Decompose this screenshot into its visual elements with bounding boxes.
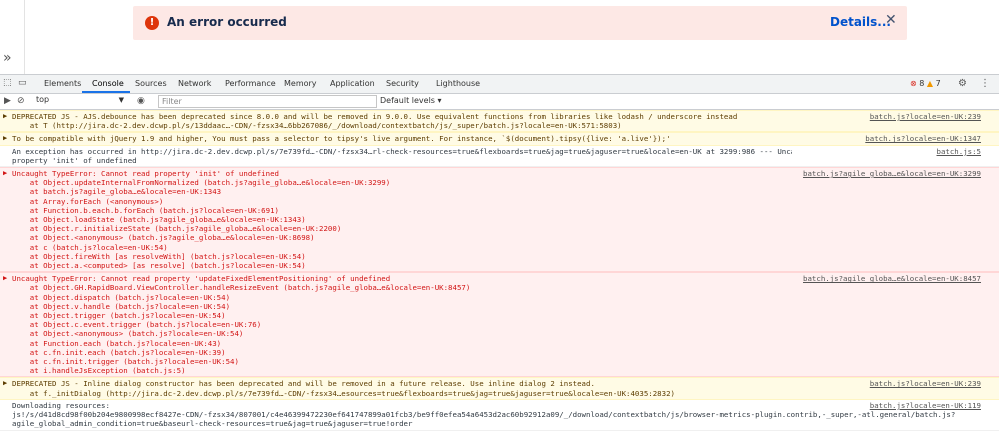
- console-message-error[interactable]: ▶ Uncaught TypeError: Cannot read propert…: [0, 272, 999, 378]
- context-value: top: [36, 95, 50, 104]
- details-link[interactable]: Details...: [830, 15, 891, 29]
- console-filterbar: ▶ ⊘ top ▼ ◉ Filter Default levels ▾: [0, 94, 999, 110]
- tab-memory[interactable]: Memory: [284, 79, 317, 88]
- stack-line: at Object.fireWith [as resolveWith] (bat…: [12, 251, 306, 261]
- console-message-warn[interactable]: ▶ DEPRECATED JS - Inline dialog construct…: [0, 377, 999, 400]
- error-icon: !: [145, 16, 159, 30]
- stack-line: at Object.dispatch (batch.js?locale=en-U…: [12, 292, 231, 302]
- page-header-area: » ! An error occurred Details... ✕: [0, 0, 999, 74]
- stack-line: at Object.trigger (batch.js?locale=en-UK…: [12, 311, 226, 321]
- expand-sidebar-button[interactable]: »: [3, 50, 12, 66]
- error-count-icon: ⊗: [910, 79, 917, 88]
- issue-counter[interactable]: ⊗ 8 ▲ 7: [910, 79, 941, 88]
- source-link[interactable]: batch.js?locale=en-UK:239: [870, 379, 981, 388]
- tab-lighthouse[interactable]: Lighthouse: [436, 79, 480, 88]
- stack-line: at c.fn.init.trigger (batch.js?locale=en…: [12, 357, 239, 367]
- clear-console-icon[interactable]: ⊘: [17, 96, 25, 106]
- stack-line: at Object.loadState (batch.js?agile_glob…: [12, 215, 306, 225]
- close-icon[interactable]: ✕: [885, 12, 897, 28]
- message-text: To be compatible with jQuery 1.9 and hig…: [12, 134, 671, 144]
- source-link[interactable]: batch.js?agile_globa…e&locale=en-UK:3299: [803, 169, 981, 178]
- stack-line: property 'init' of undefined: [12, 155, 137, 165]
- context-select[interactable]: top ▼: [36, 95, 126, 107]
- tab-sources[interactable]: Sources: [135, 79, 167, 88]
- stack-line: at f._initDialog (http://jira.dc-2.dev.d…: [12, 388, 675, 398]
- console-messages: ▶ DEPRECATED JS - AJS.debounce has been d…: [0, 110, 999, 443]
- console-message-info[interactable]: An exception has occurred in http://jira…: [0, 146, 999, 168]
- filter-input[interactable]: Filter: [158, 95, 377, 108]
- tab-application[interactable]: Application: [330, 79, 375, 88]
- chevron-down-icon: ▼: [118, 96, 124, 104]
- warning-count-icon: ▲: [926, 79, 934, 88]
- stack-line: at c (batch.js?locale=en-UK:54): [12, 242, 168, 252]
- console-message-error[interactable]: ▶ Uncaught TypeError: Cannot read propert…: [0, 167, 999, 273]
- stack-line: at Object.<anonymous> (batch.js?locale=e…: [12, 329, 244, 339]
- stack-line: at Object.v.handle (batch.js?locale=en-U…: [12, 301, 231, 311]
- settings-gear-icon[interactable]: ⚙: [958, 78, 967, 89]
- error-count: 8: [919, 79, 925, 88]
- message-text: Downloading resources:: [12, 400, 110, 410]
- device-toolbar-icon[interactable]: ▭: [18, 78, 27, 88]
- source-link[interactable]: batch.js?locale=en-UK:1347: [865, 134, 981, 143]
- log-levels-dropdown[interactable]: Default levels ▾: [380, 96, 442, 105]
- stack-line: at batch.js?agile_globa…e&locale=en-UK:1…: [12, 187, 222, 197]
- active-tab-indicator: [82, 91, 130, 93]
- message-text: Uncaught TypeError: Cannot read property…: [12, 274, 391, 284]
- error-title: An error occurred: [167, 15, 287, 29]
- stack-line: at Function.each (batch.js?locale=en-UK:…: [12, 338, 222, 348]
- tab-security[interactable]: Security: [386, 79, 419, 88]
- expand-triangle-icon[interactable]: ▶: [3, 274, 7, 283]
- stack-line: at Object.a.<computed> [as resolve] (bat…: [12, 261, 306, 271]
- source-link[interactable]: batch.js:5: [937, 147, 982, 156]
- expand-triangle-icon[interactable]: ▶: [3, 112, 7, 121]
- stack-line: agile_global_admin_condition=true&baseur…: [12, 419, 413, 429]
- stack-line: at Object.r.initializeState (batch.js?ag…: [12, 224, 342, 234]
- stack-line: at Object.<anonymous> (batch.js?agile_gl…: [12, 233, 315, 243]
- message-text: DEPRECATED JS - Inline dialog constructo…: [12, 379, 595, 389]
- message-text: Uncaught TypeError: Cannot read property…: [12, 169, 279, 179]
- tab-network[interactable]: Network: [178, 79, 211, 88]
- more-options-icon[interactable]: ⋮: [980, 78, 990, 89]
- warning-count: 7: [935, 79, 941, 88]
- source-link[interactable]: batch.js?agile_globa…e&locale=en-UK:8457: [803, 274, 981, 283]
- source-link[interactable]: batch.js?locale=en-UK:119: [870, 401, 981, 410]
- console-message-info[interactable]: Downloading resources: js!/s/d41d8cd98f00…: [0, 400, 999, 431]
- stack-line: at Array.forEach (<anonymous>): [12, 196, 164, 206]
- devtools-panel: ⬚ ▭ Elements Console Sources Network Per…: [0, 74, 999, 443]
- message-text: An exception has occurred in http://jira…: [12, 146, 792, 156]
- devtools-tabbar: ⬚ ▭ Elements Console Sources Network Per…: [0, 75, 999, 94]
- live-expression-eye-icon[interactable]: ◉: [137, 96, 145, 106]
- sidebar-toggle-icon[interactable]: ▶: [4, 96, 11, 106]
- stack-line: at Object.updateInternalFromNormalized (…: [12, 178, 391, 188]
- stack-line: js!/s/d41d8cd98f00b204e9800998ecf8427e-C…: [12, 410, 956, 420]
- stack-line: at i.handleJsException (batch.js:5): [12, 366, 186, 376]
- stack-line: at Object.GH.RapidBoard.ViewController.h…: [12, 283, 471, 293]
- error-banner: ! An error occurred Details... ✕: [133, 6, 907, 40]
- message-text: DEPRECATED JS - AJS.debounce has been de…: [12, 112, 738, 121]
- tab-elements[interactable]: Elements: [44, 79, 81, 88]
- stack-line: at T (http://jira.dc-2.dev.dcwp.pl/s/13d…: [12, 121, 622, 131]
- tab-performance[interactable]: Performance: [225, 79, 276, 88]
- inspect-element-icon[interactable]: ⬚: [3, 78, 12, 88]
- console-message-warn[interactable]: ▶ DEPRECATED JS - AJS.debounce has been d…: [0, 110, 999, 133]
- expand-triangle-icon[interactable]: ▶: [3, 134, 7, 143]
- expand-triangle-icon[interactable]: ▶: [3, 379, 7, 388]
- expand-triangle-icon[interactable]: ▶: [3, 169, 7, 178]
- stack-line: at Function.b.each.b.forEach (batch.js?l…: [12, 205, 279, 215]
- source-link[interactable]: batch.js?locale=en-UK:239: [870, 112, 981, 121]
- stack-line: at c.fn.init.each (batch.js?locale=en-UK…: [12, 347, 226, 357]
- tab-console[interactable]: Console: [92, 79, 124, 88]
- console-message-warn[interactable]: ▶ To be compatible with jQuery 1.9 and hi…: [0, 132, 999, 146]
- stack-line: at Object.c.event.trigger (batch.js?loca…: [12, 320, 262, 330]
